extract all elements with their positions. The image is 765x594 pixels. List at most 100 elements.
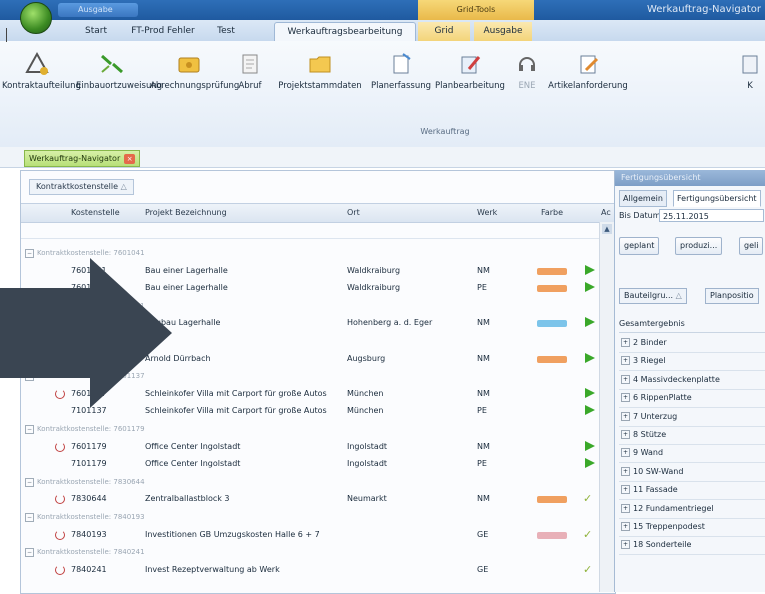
more-ribbon-button[interactable]: K (736, 47, 764, 117)
expand-icon[interactable]: + (621, 430, 630, 439)
expand-icon[interactable]: + (621, 374, 630, 384)
expand-icon[interactable]: + (621, 522, 630, 531)
plan-edit-icon (461, 56, 481, 74)
bauteilgruppe-item[interactable]: +2 Binder (619, 334, 765, 353)
document-tab-label: Werkauftrag-Navigator (29, 154, 121, 163)
bauteilgruppe-item[interactable]: +7 Unterzug (619, 408, 765, 427)
kontraktaufteilung-button[interactable]: Kontraktaufteilung (2, 47, 81, 117)
expand-icon[interactable]: + (621, 411, 630, 421)
expand-icon[interactable]: + (621, 338, 630, 347)
refresh-icon[interactable] (55, 441, 65, 452)
play-icon[interactable] (585, 352, 595, 363)
projektstammdaten-button[interactable]: Projektstammdaten (272, 47, 368, 117)
play-icon[interactable] (585, 458, 595, 469)
ene-button[interactable]: ENE (510, 47, 544, 117)
tab-fertigungsuebersicht[interactable]: Fertigungsübersicht (673, 190, 761, 207)
expand-icon[interactable]: + (621, 356, 630, 366)
margin-mark (6, 28, 7, 42)
tab-werkauftragsbearbeitung[interactable]: Werkauftragsbearbeitung (274, 22, 416, 42)
bauteilgruppe-item[interactable]: +3 Riegel (619, 352, 765, 372)
play-icon[interactable] (585, 405, 595, 416)
bauteilgruppe-chip[interactable]: Bauteilgru... △ (619, 288, 687, 304)
einbauortzuweisung-button[interactable]: Einbauortzuweisung (76, 47, 162, 117)
bauteilgruppe-item[interactable]: +10 SW-Wand (619, 463, 765, 482)
gesamtergebnis-row: Gesamtergebnis (619, 316, 765, 333)
produziert-button[interactable]: produzi... (675, 237, 723, 255)
group-header-row[interactable]: − Kontraktkostenstelle: 7840193 (21, 509, 599, 525)
play-icon[interactable] (585, 317, 595, 328)
refresh-icon[interactable] (55, 494, 65, 505)
refresh-icon[interactable] (55, 529, 65, 540)
column-header-kostenstelle[interactable]: Kostenstelle (71, 204, 120, 222)
filter-row[interactable] (21, 222, 615, 239)
refresh-icon[interactable] (55, 564, 65, 575)
expand-icon[interactable]: + (621, 448, 630, 458)
play-icon[interactable] (585, 440, 595, 451)
tab-allgemein[interactable]: Allgemein (619, 190, 667, 207)
bauteilgruppe-item[interactable]: +9 Wand (619, 444, 765, 464)
column-header-ort[interactable]: Ort (347, 204, 360, 222)
ribbon-button-label: Projektstammdaten (278, 81, 362, 91)
collapse-group-icon[interactable]: − (25, 477, 34, 487)
abrechnungspruefung-button[interactable]: Abrechnungsprüfung (150, 47, 239, 117)
expand-icon[interactable]: + (621, 393, 630, 403)
table-row[interactable]: 7601179 Office Center Ingolstadt Ingolstad… (21, 439, 599, 455)
table-row[interactable]: 7840241 Invest Rezeptverwaltung ab Werk GE… (21, 562, 599, 578)
check-icon: ✓ (583, 527, 593, 541)
quick-access-toolbar[interactable]: Ausgabe (58, 3, 138, 17)
tab-ft-prod-fehler[interactable]: FT-Prod Fehler (126, 22, 200, 41)
column-header-ac[interactable]: Ac (601, 204, 611, 222)
bauteilgruppe-item[interactable]: +15 Treppenpodest (619, 518, 765, 537)
bauteilgruppe-item[interactable]: +6 RippenPlatte (619, 389, 765, 409)
artikelanforderung-button[interactable]: Artikelanforderung (546, 47, 630, 117)
collapse-group-icon[interactable]: − (25, 425, 34, 434)
collapse-group-icon[interactable]: − (25, 249, 34, 258)
table-row[interactable]: 7830644 Zentralballastblock 3 Neumarkt NM ✓ (21, 491, 599, 507)
cell-ort: Neumarkt (347, 494, 387, 504)
scroll-up-icon[interactable]: ▲ (602, 224, 612, 234)
collapse-group-icon[interactable]: − (25, 513, 34, 522)
plan-entry-icon (393, 53, 411, 74)
date-field[interactable]: 25.11.2015 (659, 209, 764, 222)
tab-test[interactable]: Test (208, 22, 244, 41)
planposition-chip[interactable]: Planpositio (705, 288, 759, 304)
planerfassung-button[interactable]: Planerfassung (370, 47, 432, 117)
tab-start[interactable]: Start (76, 22, 116, 41)
expand-icon[interactable]: + (621, 485, 630, 495)
collapse-group-icon[interactable]: − (25, 548, 34, 558)
vertical-scrollbar[interactable]: ▲ (599, 222, 614, 592)
bauteilgruppe-item[interactable]: +18 Sonderteile (619, 536, 765, 556)
tab-ausgabe[interactable]: Ausgabe (474, 22, 532, 41)
bauteilgruppe-item[interactable]: +8 Stütze (619, 426, 765, 445)
group-by-chip[interactable]: Kontraktkostenstelle △ (29, 179, 134, 195)
bauteilgruppe-item[interactable]: +11 Fassade (619, 481, 765, 501)
bauteilgruppe-label: 18 Sonderteile (633, 540, 692, 550)
tab-grid[interactable]: Grid (418, 22, 470, 41)
play-icon[interactable] (585, 282, 595, 293)
expand-icon[interactable]: + (621, 466, 630, 476)
cell-projekt: Invest Rezeptverwaltung ab Werk (145, 564, 280, 574)
column-header-farbe[interactable]: Farbe (541, 204, 563, 222)
group-header-row[interactable]: − Kontraktkostenstelle: 7601179 (21, 421, 599, 437)
geplant-button[interactable]: geplant (619, 237, 660, 255)
abruf-button[interactable]: Abruf (230, 47, 270, 117)
column-header-projekt[interactable]: Projekt Bezeichnung (145, 204, 227, 222)
column-header-werk[interactable]: Werk (477, 204, 497, 222)
expand-icon[interactable]: + (621, 540, 630, 550)
cell-werk: PE (477, 406, 487, 416)
geliefert-button[interactable]: geli (739, 237, 764, 255)
expand-icon[interactable]: + (621, 503, 630, 513)
close-icon[interactable]: × (124, 153, 136, 164)
app-menu-icon[interactable] (20, 2, 52, 34)
cell-ort: Hohenberg a. d. Eger (347, 318, 433, 328)
bauteilgruppe-item[interactable]: +12 Fundamentriegel (619, 500, 765, 519)
tab-werkauftrag-navigator[interactable]: Werkauftrag-Navigator × (24, 150, 141, 167)
planbearbeitung-button[interactable]: Planbearbeitung (434, 47, 506, 117)
table-row[interactable]: 7101179 Office Center Ingolstadt Ingolstad… (21, 456, 599, 472)
play-icon[interactable] (585, 387, 595, 398)
bauteilgruppe-item[interactable]: +4 Massivdeckenplatte (619, 371, 765, 390)
group-header-row[interactable]: − Kontraktkostenstelle: 7830644 (21, 474, 599, 490)
play-icon[interactable] (585, 264, 595, 275)
group-header-row[interactable]: − Kontraktkostenstelle: 7840241 (21, 544, 599, 560)
table-row[interactable]: 7840193 Investitionen GB Umzugskosten Hal… (21, 527, 599, 543)
